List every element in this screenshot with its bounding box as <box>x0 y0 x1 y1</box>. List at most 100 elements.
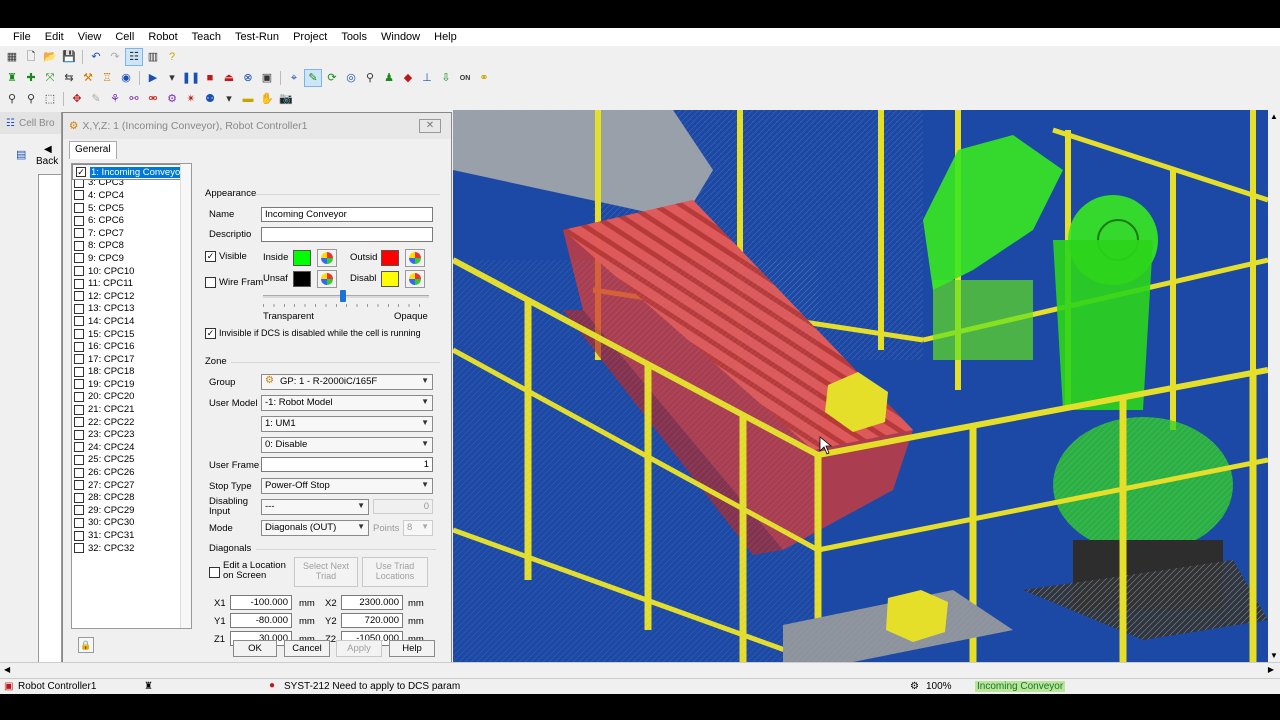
detach-icon[interactable]: ⚮ <box>145 91 161 107</box>
list-item-checkbox[interactable] <box>74 417 84 428</box>
list-item-checkbox[interactable] <box>74 203 84 214</box>
list-item-checkbox[interactable] <box>74 429 84 440</box>
list-item[interactable]: 18: CPC18 <box>72 366 191 379</box>
list-item[interactable]: 9: CPC9 <box>72 252 191 265</box>
pin-icon[interactable]: ⚲ <box>362 70 378 86</box>
wireframe-checkbox[interactable] <box>205 277 216 288</box>
attach-icon[interactable]: ⚯ <box>126 91 142 107</box>
list-item-checkbox[interactable] <box>74 454 84 465</box>
list-item-checkbox[interactable] <box>74 530 84 541</box>
list-item-checkbox[interactable] <box>74 379 84 390</box>
list-item[interactable]: 13: CPC13 <box>72 303 191 316</box>
list-item[interactable]: 25: CPC25 <box>72 454 191 467</box>
tree-view-icon[interactable]: ▤ <box>16 148 26 161</box>
snap-icon[interactable]: ⚙ <box>164 91 180 107</box>
grid-icon[interactable]: ▦ <box>4 49 20 65</box>
tab-general[interactable]: General <box>69 141 117 159</box>
eject-icon[interactable]: ⏏ <box>221 70 237 86</box>
menu-view[interactable]: View <box>71 31 109 43</box>
menu-teach[interactable]: Teach <box>185 31 228 43</box>
list-item[interactable]: 32: CPC32 <box>72 542 191 555</box>
menu-project[interactable]: Project <box>286 31 334 43</box>
list-item[interactable]: 28: CPC28 <box>72 491 191 504</box>
menu-help[interactable]: Help <box>427 31 464 43</box>
measure-icon[interactable]: ⌖ <box>286 70 302 86</box>
link-part-icon[interactable]: ⚘ <box>107 91 123 107</box>
menu-cell[interactable]: Cell <box>108 31 141 43</box>
undo-icon[interactable]: ↶ <box>88 49 104 65</box>
disabling-input-select[interactable]: --- ▼ <box>261 499 369 515</box>
menu-tools[interactable]: Tools <box>334 31 374 43</box>
menu-test-run[interactable]: Test-Run <box>228 31 286 43</box>
cell-browser-icon[interactable]: ☷ <box>125 48 143 66</box>
rotate-icon[interactable]: ⟳ <box>324 70 340 86</box>
dropdown-arrow-icon[interactable]: ▾ <box>221 91 237 107</box>
3d-cell-viewport[interactable] <box>453 110 1268 662</box>
list-item[interactable]: 27: CPC27 <box>72 479 191 492</box>
outside-color-picker-button[interactable] <box>405 249 425 267</box>
list-item[interactable]: 30: CPC30 <box>72 517 191 530</box>
list-item[interactable]: 23: CPC23 <box>72 428 191 441</box>
list-item-checkbox[interactable] <box>74 329 84 340</box>
list-item-checkbox[interactable] <box>74 240 84 251</box>
target-icon[interactable]: ◉ <box>118 70 134 86</box>
list-item[interactable]: 6: CPC6 <box>72 214 191 227</box>
menu-edit[interactable]: Edit <box>38 31 71 43</box>
edit-pen-icon[interactable]: ✎ <box>88 91 104 107</box>
list-item[interactable]: 5: CPC5 <box>72 202 191 215</box>
select-next-triad-button[interactable]: Select Next Triad <box>294 557 358 587</box>
zone-listbox[interactable]: ✓1: Incoming Conveyor2: CPC23: CPC34: CP… <box>71 163 192 629</box>
list-item[interactable]: 24: CPC24 <box>72 441 191 454</box>
user-model-select-3[interactable]: 0: Disable ▼ <box>261 437 433 453</box>
robot-icon[interactable]: ♜ <box>4 70 20 86</box>
move-icon[interactable]: ✥ <box>69 91 85 107</box>
x2-field[interactable]: 2300.000 <box>341 595 403 610</box>
pause-icon[interactable]: ❚❚ <box>182 70 200 86</box>
play-icon[interactable]: ▶ <box>145 70 161 86</box>
new-file-icon[interactable]: 🗋 <box>23 49 39 65</box>
visible-checkbox[interactable]: ✓ <box>205 251 216 262</box>
list-item-checkbox[interactable] <box>74 341 84 352</box>
cell-browser-tree[interactable] <box>38 174 62 664</box>
ruler-icon[interactable]: ▬ <box>240 91 256 107</box>
camera-robot-icon[interactable]: ⚉ <box>202 91 218 107</box>
description-field[interactable] <box>261 227 433 242</box>
jog-icon[interactable]: ⤧ <box>42 70 58 86</box>
list-item-checkbox[interactable] <box>74 266 84 277</box>
camera-icon[interactable]: 📷 <box>278 91 294 107</box>
back-button[interactable]: Back <box>36 156 58 167</box>
inside-color-picker-button[interactable] <box>317 249 337 267</box>
frame-icon[interactable]: ⊥ <box>419 70 435 86</box>
menu-file[interactable]: File <box>6 31 38 43</box>
dropdown-arrow-icon[interactable]: ▾ <box>164 70 180 86</box>
list-item-checkbox[interactable] <box>74 215 84 226</box>
collision-icon[interactable]: ✴ <box>183 91 199 107</box>
user-model-select-2[interactable]: 1: UM1 ▼ <box>261 416 433 432</box>
mode-select[interactable]: Diagonals (OUT) ▼ <box>261 520 369 536</box>
list-item-checkbox[interactable] <box>74 391 84 402</box>
list-item-checkbox[interactable] <box>74 316 84 327</box>
transparency-slider-thumb[interactable] <box>339 290 346 302</box>
cancel-button[interactable]: Cancel <box>284 640 330 657</box>
list-item[interactable]: 4: CPC4 <box>72 189 191 202</box>
points-select[interactable]: 8 ▼ <box>403 520 433 536</box>
list-item-checkbox[interactable] <box>74 278 84 289</box>
menu-robot[interactable]: Robot <box>141 31 184 43</box>
unsafe-color-picker-button[interactable] <box>317 270 337 288</box>
group-select[interactable]: ⚙ GP: 1 - R-2000iC/165F ▼ <box>261 374 433 390</box>
back-arrow-icon[interactable]: ◀ <box>44 144 52 155</box>
list-item[interactable]: 16: CPC16 <box>72 340 191 353</box>
list-item[interactable]: 22: CPC22 <box>72 416 191 429</box>
disabling-input-number-field[interactable]: 0 <box>373 499 433 514</box>
list-item-checkbox[interactable] <box>74 228 84 239</box>
list-item[interactable]: 12: CPC12 <box>72 290 191 303</box>
teach-icon[interactable]: ⇆ <box>61 70 77 86</box>
stop-icon[interactable]: ■ <box>202 70 218 86</box>
list-item-checkbox[interactable] <box>74 517 84 528</box>
tool-icon[interactable]: ⚒ <box>80 70 96 86</box>
list-item[interactable]: 29: CPC29 <box>72 504 191 517</box>
y1-field[interactable]: -80.000 <box>230 613 292 628</box>
menu-window[interactable]: Window <box>374 31 427 43</box>
abort-icon[interactable]: ⊗ <box>240 70 256 86</box>
zoom-out-icon[interactable]: ⚲ <box>23 91 39 107</box>
